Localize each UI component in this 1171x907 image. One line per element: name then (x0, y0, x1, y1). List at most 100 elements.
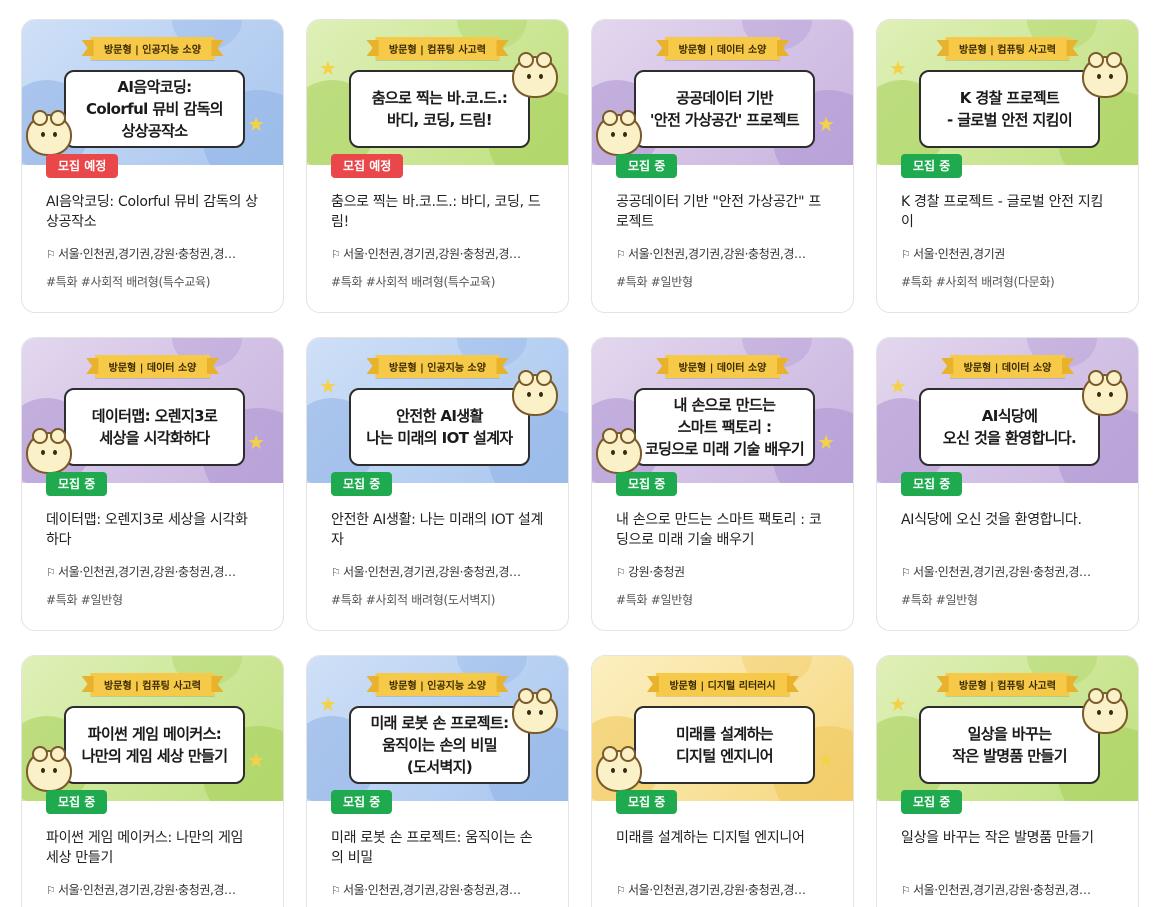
location-text: 서울·인천권,경기권,강원·충청권,경… (58, 247, 236, 261)
thumbnail-title: 공공데이터 기반 '안전 가상공간' 프로젝트 (634, 70, 815, 148)
category-ribbon: 방문형 | 데이터 소양 (655, 37, 790, 60)
location-text: 서울·인천권,경기권,강원·충청권,경… (628, 247, 806, 261)
star-icon: ★ (247, 430, 265, 454)
card-title[interactable]: 일상을 바꾸는 작은 발명품 만들기 (901, 828, 1114, 868)
card-location: ⚐ 서울·인천권,경기권,강원·충청권,경… (331, 564, 544, 581)
star-icon: ★ (889, 692, 907, 716)
status-badge: 모집 중 (901, 790, 963, 814)
card-location: ⚐ 서울·인천권,경기권,강원·충청권,경… (46, 882, 259, 899)
program-card[interactable]: 방문형 | 컴퓨팅 사고력 K 경찰 프로젝트 - 글로벌 안전 지킴이 ★ 모… (876, 19, 1139, 313)
star-icon: ★ (817, 112, 835, 136)
card-location: ⚐ 서울·인천권,경기권,강원·충청권,경… (331, 882, 544, 899)
card-thumbnail: 방문형 | 데이터 소양 데이터맵: 오렌지3로 세상을 시각화하다 ★ (22, 338, 283, 483)
program-card[interactable]: 방문형 | 데이터 소양 AI식당에 오신 것을 환영합니다. ★ 모집 중 A… (876, 337, 1139, 631)
card-title[interactable]: K 경찰 프로젝트 - 글로벌 안전 지킴이 (901, 192, 1114, 232)
card-tags: #특화 #일반형 (901, 593, 978, 607)
status-badge: 모집 중 (616, 790, 678, 814)
star-icon: ★ (817, 430, 835, 454)
card-thumbnail: 방문형 | 컴퓨팅 사고력 춤으로 찍는 바.코.드.: 바디, 코딩, 드림!… (307, 20, 568, 165)
program-card-grid: 방문형 | 인공지능 소양 AI음악코딩: Colorful 뮤비 감독의 상상… (21, 19, 1139, 907)
card-body: 내 손으로 만드는 스마트 팩토리 : 코딩으로 미래 기술 배우기 ⚐ 강원·충… (592, 483, 853, 608)
star-icon: ★ (247, 748, 265, 772)
status-badge: 모집 예정 (331, 154, 404, 178)
card-body: AI음악코딩: Colorful 뮤비 감독의 상상공작소 ⚐ 서울·인천권,경기… (22, 165, 283, 290)
program-card[interactable]: 방문형 | 데이터 소양 내 손으로 만드는 스마트 팩토리 : 코딩으로 미래… (591, 337, 854, 631)
card-title[interactable]: AI식당에 오신 것을 환영합니다. (901, 510, 1114, 550)
card-body: 파이썬 게임 메이커스: 나만의 게임 세상 만들기 ⚐ 서울·인천권,경기권,강… (22, 801, 283, 899)
location-text: 서울·인천권,경기권,강원·충청권,경… (343, 565, 521, 579)
card-tags: #특화 #일반형 (616, 275, 693, 289)
location-text: 서울·인천권,경기권,강원·충청권,경… (58, 883, 236, 897)
program-card[interactable]: 방문형 | 컴퓨팅 사고력 춤으로 찍는 바.코.드.: 바디, 코딩, 드림!… (306, 19, 569, 313)
program-card[interactable]: 방문형 | 인공지능 소양 미래 로봇 손 프로젝트: 움직이는 손의 비밀 (… (306, 655, 569, 907)
program-card[interactable]: 방문형 | 디지털 리터러시 미래를 설계하는 디지털 엔지니어 ★ 모집 중 … (591, 655, 854, 907)
card-tags: #특화 #사회적 배려형(특수교육) (46, 275, 211, 289)
program-card[interactable]: 방문형 | 컴퓨팅 사고력 파이썬 게임 메이커스: 나만의 게임 세상 만들기… (21, 655, 284, 907)
star-icon: ★ (319, 56, 337, 80)
category-ribbon: 방문형 | 컴퓨팅 사고력 (366, 37, 509, 60)
card-title[interactable]: 파이썬 게임 메이커스: 나만의 게임 세상 만들기 (46, 828, 259, 868)
thumbnail-title: 데이터맵: 오렌지3로 세상을 시각화하다 (64, 388, 245, 466)
card-location: ⚐ 서울·인천권,경기권,강원·충청권,경… (616, 882, 829, 899)
mascot-icon (596, 110, 642, 156)
card-tags: #특화 #사회적 배려형(도서벽지) (331, 593, 496, 607)
card-title[interactable]: 안전한 AI생활: 나는 미래의 IOT 설계자 (331, 510, 544, 550)
star-icon: ★ (817, 748, 835, 772)
card-location: ⚐ 서울·인천권,경기권,강원·충청권,경… (901, 564, 1114, 581)
flag-icon: ⚐ (616, 566, 626, 579)
card-title[interactable]: AI음악코딩: Colorful 뮤비 감독의 상상공작소 (46, 192, 259, 232)
card-title[interactable]: 춤으로 찍는 바.코.드.: 바디, 코딩, 드림! (331, 192, 544, 232)
thumbnail-title: 파이썬 게임 메이커스: 나만의 게임 세상 만들기 (64, 706, 245, 784)
card-thumbnail: 방문형 | 데이터 소양 AI식당에 오신 것을 환영합니다. ★ (877, 338, 1138, 483)
location-text: 서울·인천권,경기권,강원·충청권,경… (913, 565, 1091, 579)
category-ribbon: 방문형 | 컴퓨팅 사고력 (81, 673, 224, 696)
mascot-icon (26, 110, 72, 156)
card-title[interactable]: 내 손으로 만드는 스마트 팩토리 : 코딩으로 미래 기술 배우기 (616, 510, 829, 550)
card-body: K 경찰 프로젝트 - 글로벌 안전 지킴이 ⚐ 서울·인천권,경기권 #특화 #… (877, 165, 1138, 290)
status-badge: 모집 중 (616, 472, 678, 496)
card-location: ⚐ 서울·인천권,경기권,강원·충청권,경… (46, 564, 259, 581)
location-text: 서울·인천권,경기권,강원·충청권,경… (343, 247, 521, 261)
card-thumbnail: 방문형 | 디지털 리터러시 미래를 설계하는 디지털 엔지니어 ★ (592, 656, 853, 801)
category-ribbon: 방문형 | 인공지능 소양 (366, 355, 509, 378)
flag-icon: ⚐ (46, 566, 56, 579)
card-title[interactable]: 공공데이터 기반 "안전 가상공간" 프로젝트 (616, 192, 829, 232)
card-title[interactable]: 미래 로봇 손 프로젝트: 움직이는 손의 비밀 (331, 828, 544, 868)
mascot-icon (596, 746, 642, 792)
program-card[interactable]: 방문형 | 데이터 소양 공공데이터 기반 '안전 가상공간' 프로젝트 ★ 모… (591, 19, 854, 313)
program-card[interactable]: 방문형 | 인공지능 소양 안전한 AI생활 나는 미래의 IOT 설계자 ★ … (306, 337, 569, 631)
card-tags: #특화 #사회적 배려형(특수교육) (331, 275, 496, 289)
card-location: ⚐ 서울·인천권,경기권,강원·충청권,경… (901, 882, 1114, 899)
mascot-icon (1082, 370, 1128, 416)
card-body: AI식당에 오신 것을 환영합니다. ⚐ 서울·인천권,경기권,강원·충청권,경…… (877, 483, 1138, 608)
card-title[interactable]: 미래를 설계하는 디지털 엔지니어 (616, 828, 829, 868)
card-location: ⚐ 서울·인천권,경기권,강원·충청권,경… (331, 246, 544, 263)
star-icon: ★ (889, 56, 907, 80)
thumbnail-title: AI식당에 오신 것을 환영합니다. (919, 388, 1100, 466)
flag-icon: ⚐ (901, 248, 911, 261)
status-badge: 모집 중 (616, 154, 678, 178)
card-body: 춤으로 찍는 바.코.드.: 바디, 코딩, 드림! ⚐ 서울·인천권,경기권,강… (307, 165, 568, 290)
category-ribbon: 방문형 | 인공지능 소양 (366, 673, 509, 696)
card-location: ⚐ 서울·인천권,경기권 (901, 246, 1114, 263)
program-card[interactable]: 방문형 | 컴퓨팅 사고력 일상을 바꾸는 작은 발명품 만들기 ★ 모집 중 … (876, 655, 1139, 907)
location-text: 서울·인천권,경기권,강원·충청권,경… (343, 883, 521, 897)
card-body: 일상을 바꾸는 작은 발명품 만들기 ⚐ 서울·인천권,경기권,강원·충청권,경… (877, 801, 1138, 899)
mascot-icon (596, 428, 642, 474)
mascot-icon (512, 688, 558, 734)
mascot-icon (512, 370, 558, 416)
card-thumbnail: 방문형 | 인공지능 소양 AI음악코딩: Colorful 뮤비 감독의 상상… (22, 20, 283, 165)
category-ribbon: 방문형 | 데이터 소양 (940, 355, 1075, 378)
card-tags: #특화 #일반형 (616, 593, 693, 607)
card-title[interactable]: 데이터맵: 오렌지3로 세상을 시각화하다 (46, 510, 259, 550)
status-badge: 모집 중 (901, 472, 963, 496)
mascot-icon (26, 746, 72, 792)
status-badge: 모집 중 (901, 154, 963, 178)
card-tags: #특화 #일반형 (46, 593, 123, 607)
program-card[interactable]: 방문형 | 데이터 소양 데이터맵: 오렌지3로 세상을 시각화하다 ★ 모집 … (21, 337, 284, 631)
program-card[interactable]: 방문형 | 인공지능 소양 AI음악코딩: Colorful 뮤비 감독의 상상… (21, 19, 284, 313)
card-thumbnail: 방문형 | 컴퓨팅 사고력 K 경찰 프로젝트 - 글로벌 안전 지킴이 ★ (877, 20, 1138, 165)
location-text: 서울·인천권,경기권,강원·충청권,경… (913, 883, 1091, 897)
card-thumbnail: 방문형 | 컴퓨팅 사고력 파이썬 게임 메이커스: 나만의 게임 세상 만들기… (22, 656, 283, 801)
card-body: 미래 로봇 손 프로젝트: 움직이는 손의 비밀 ⚐ 서울·인천권,경기권,강원·… (307, 801, 568, 899)
